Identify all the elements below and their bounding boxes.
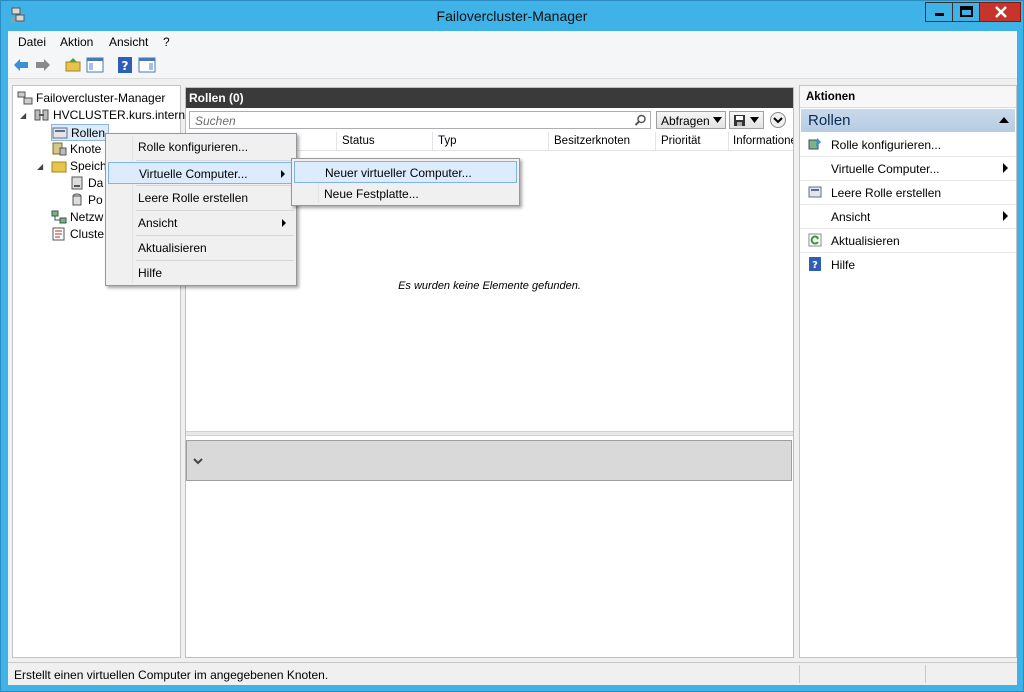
network-icon [51, 210, 67, 224]
ctx-virtuelle-computer[interactable]: Virtuelle Computer... [108, 162, 294, 184]
actions-section-rollen[interactable]: Rollen [801, 109, 1015, 132]
close-button[interactable] [979, 2, 1021, 22]
svg-text:?: ? [812, 260, 818, 271]
search-input[interactable]: Suchen [189, 111, 651, 129]
client-area: Datei Aktion Ansicht ? ? Failovercluster… [8, 31, 1017, 685]
save-query-button[interactable] [729, 111, 764, 129]
help-icon[interactable]: ? [116, 56, 134, 74]
submenu-arrow-icon [281, 170, 285, 178]
show-hide-tree-icon[interactable] [86, 56, 104, 74]
ctx-ansicht[interactable]: Ansicht [108, 212, 294, 234]
query-button[interactable]: Abfragen [656, 111, 726, 129]
column-typ[interactable]: Typ [438, 135, 457, 147]
nodes-icon [52, 142, 67, 156]
menu-help[interactable]: ? [163, 35, 170, 49]
action-aktualisieren[interactable]: Aktualisieren [800, 229, 1016, 253]
action-virtuelle-computer[interactable]: Virtuelle Computer... [800, 157, 1016, 181]
menu-bar: Datei Aktion Ansicht ? [8, 31, 1017, 52]
cluster-manager-icon [17, 91, 33, 105]
cluster-icon [34, 109, 49, 121]
column-besitzerknoten[interactable]: Besitzerknoten [554, 135, 630, 147]
pane-splitter[interactable] [186, 431, 793, 436]
ctx-hilfe[interactable]: Hilfe [108, 262, 294, 284]
ctx-leere-rolle-erstellen[interactable]: Leere Rolle erstellen [108, 187, 294, 209]
search-icon[interactable] [634, 114, 647, 127]
action-leere-rolle-erstellen[interactable]: Leere Rolle erstellen [800, 181, 1016, 205]
dropdown-arrow-icon [713, 117, 722, 123]
submenu-neue-festplatte[interactable]: Neue Festplatte... [294, 183, 517, 205]
search-placeholder: Suchen [195, 114, 236, 128]
action-rolle-konfigurieren[interactable]: Rolle konfigurieren... [800, 133, 1016, 157]
roles-icon [52, 127, 68, 139]
context-menu: Rolle konfigurieren... Virtuelle Compute… [105, 133, 297, 286]
events-icon [52, 227, 65, 241]
forward-arrow-icon[interactable] [34, 56, 52, 74]
up-folder-icon[interactable] [64, 56, 82, 74]
refresh-icon [808, 233, 822, 247]
close-icon [995, 6, 1007, 18]
expand-chevron-icon[interactable] [768, 111, 788, 129]
column-status[interactable]: Status [342, 135, 375, 147]
dropdown-arrow-icon [750, 117, 759, 123]
submenu-arrow-icon [1003, 163, 1008, 173]
action-hilfe[interactable]: ? Hilfe [800, 253, 1016, 277]
menu-datei[interactable]: Datei [18, 35, 46, 49]
menu-aktion[interactable]: Aktion [60, 35, 93, 49]
minimize-icon [935, 13, 944, 16]
expand-triangle-icon[interactable]: ◢ [37, 162, 43, 171]
toolbar: ? [8, 52, 1017, 79]
empty-role-icon [808, 186, 822, 198]
roles-header: Rollen (0) [186, 88, 793, 108]
ctx-aktualisieren[interactable]: Aktualisieren [108, 237, 294, 259]
submenu-neuer-virtueller-computer[interactable]: Neuer virtueller Computer... [294, 161, 517, 183]
action-ansicht[interactable]: Ansicht [800, 205, 1016, 229]
save-icon [734, 115, 745, 126]
detail-panel [186, 440, 792, 481]
configure-role-icon [808, 138, 821, 150]
svg-text:?: ? [122, 59, 129, 73]
main-window: Failovercluster-Manager Datei Aktion Ans… [0, 0, 1024, 692]
back-arrow-icon[interactable] [12, 56, 30, 74]
actions-pane: Aktionen Rollen Rolle konfigurieren... V… [799, 85, 1017, 658]
submenu-virtuelle-computer: Neuer virtueller Computer... Neue Festpl… [291, 158, 520, 206]
column-informationen[interactable]: Informationen [733, 135, 793, 147]
minimize-button[interactable] [925, 2, 952, 22]
tree-item-rollen[interactable]: Rollen [51, 124, 109, 141]
menu-ansicht[interactable]: Ansicht [109, 35, 148, 49]
column-prioritaet[interactable]: Priorität [661, 135, 701, 147]
collapse-arrow-icon[interactable] [999, 117, 1009, 123]
maximize-icon [960, 6, 973, 17]
submenu-arrow-icon [1003, 211, 1008, 221]
submenu-arrow-icon [282, 219, 286, 227]
window-title: Failovercluster-Manager [436, 8, 588, 24]
maximize-button[interactable] [952, 2, 979, 22]
expand-triangle-icon[interactable]: ◢ [20, 111, 26, 120]
ctx-rolle-konfigurieren[interactable]: Rolle konfigurieren... [108, 136, 294, 158]
storage-folder-icon [51, 161, 67, 173]
status-text: Erstellt einen virtuellen Computer im an… [14, 668, 329, 682]
actions-header: Aktionen [800, 86, 1016, 108]
disk-icon [71, 176, 83, 190]
help-icon: ? [809, 257, 821, 271]
chevron-down-icon[interactable] [192, 456, 204, 466]
status-bar: Erstellt einen virtuellen Computer im an… [8, 662, 1017, 684]
pool-icon [72, 193, 82, 206]
title-bar: Failovercluster-Manager [1, 1, 1023, 31]
show-hide-action-pane-icon[interactable] [138, 56, 156, 74]
